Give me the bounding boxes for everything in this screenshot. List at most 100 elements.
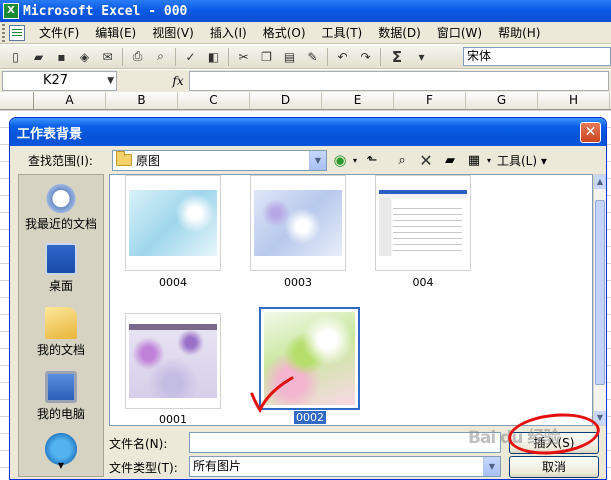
- toolbar-separator: [380, 47, 381, 66]
- file-type-label: 文件类型(T):: [109, 461, 178, 475]
- undo-icon[interactable]: ↶: [332, 47, 353, 67]
- column-header[interactable]: B: [106, 92, 178, 109]
- look-in-select[interactable]: 原图 ▼: [112, 149, 327, 171]
- email-icon[interactable]: ✉: [97, 47, 118, 67]
- permission-icon[interactable]: ◈: [74, 47, 95, 67]
- views-icon[interactable]: ▦: [463, 150, 485, 170]
- file-name: 0004: [159, 276, 187, 289]
- open-icon[interactable]: ▰: [28, 47, 49, 67]
- place-desktop[interactable]: 桌面: [19, 243, 103, 294]
- place-recent[interactable]: 我最近的文档: [19, 181, 103, 232]
- folder-icon: [116, 151, 132, 166]
- dialog-title-bar[interactable]: 工作表背景: [10, 118, 606, 146]
- place-my-documents[interactable]: 我的文档: [19, 307, 103, 358]
- column-header[interactable]: C: [178, 92, 250, 109]
- close-icon[interactable]: ✕: [580, 122, 601, 143]
- save-icon[interactable]: ▪: [51, 47, 72, 67]
- look-in-label: 查找范围(I):: [28, 153, 93, 168]
- file-thumbnail[interactable]: [375, 175, 471, 271]
- print-preview-icon[interactable]: ⌕: [150, 47, 171, 67]
- menu-data[interactable]: 数据(D): [370, 22, 429, 43]
- redo-icon[interactable]: ↷: [355, 47, 376, 67]
- autosum-icon[interactable]: Σ: [385, 47, 409, 67]
- column-header[interactable]: F: [394, 92, 466, 109]
- paste-icon[interactable]: ▤: [279, 47, 300, 67]
- name-box[interactable]: K27 ▼: [2, 71, 117, 91]
- file-type-row: 文件类型(T): 所有图片 ▼ 取消: [10, 455, 606, 479]
- column-header[interactable]: H: [538, 92, 610, 109]
- select-all-corner[interactable]: [0, 92, 34, 109]
- file-list[interactable]: 0004 0003 004 0001 0002: [109, 174, 593, 426]
- tools-menu[interactable]: 工具(L) ▾: [497, 152, 547, 169]
- chevron-down-icon[interactable]: ▼: [309, 150, 326, 170]
- menu-format[interactable]: 格式(O): [255, 22, 314, 43]
- scroll-up-icon[interactable]: ▲: [594, 175, 606, 189]
- research-icon[interactable]: ◧: [203, 47, 224, 67]
- file-thumbnail[interactable]: [125, 175, 221, 271]
- toolbar-separator: [175, 47, 176, 66]
- excel-icon: X: [3, 3, 19, 19]
- chevron-down-icon[interactable]: ▾: [411, 47, 432, 67]
- menu-bar: 文件(F) 编辑(E) 视图(V) 插入(I) 格式(O) 工具(T) 数据(D…: [0, 22, 611, 44]
- workbook-icon[interactable]: [9, 24, 25, 41]
- name-box-value: K27: [43, 73, 69, 88]
- column-header[interactable]: A: [34, 92, 106, 109]
- insert-function-icon[interactable]: fx: [167, 74, 189, 88]
- font-name-select[interactable]: 宋体: [463, 47, 611, 66]
- cancel-button[interactable]: 取消: [509, 456, 599, 478]
- file-type-select[interactable]: 所有图片 ▼: [189, 456, 501, 477]
- print-icon[interactable]: ⎙: [127, 47, 148, 67]
- file-name-input[interactable]: [189, 432, 501, 453]
- search-web-icon[interactable]: ⌕: [391, 150, 413, 170]
- thumbnail-image: [254, 190, 342, 256]
- scrollbar-thumb[interactable]: [595, 200, 605, 385]
- file-list-scrollbar[interactable]: ▲ ▼: [593, 174, 606, 426]
- file-thumbnail[interactable]: [250, 175, 346, 271]
- formula-input[interactable]: [189, 71, 609, 91]
- chevron-down-icon[interactable]: ▾: [351, 150, 359, 170]
- menu-tools[interactable]: 工具(T): [314, 22, 371, 43]
- scroll-down-icon[interactable]: ▼: [594, 411, 606, 425]
- watermark: Bai du 经验: [468, 428, 560, 448]
- spreadsheet-preview: [393, 203, 462, 251]
- file-name: 0002: [294, 411, 326, 424]
- toolbar-grip[interactable]: [2, 23, 5, 42]
- new-folder-icon[interactable]: ▰: [439, 150, 461, 170]
- delete-icon[interactable]: ✕: [415, 150, 437, 170]
- up-folder-icon[interactable]: ⬑: [361, 150, 383, 170]
- window-title-bar: X Microsoft Excel - 000: [0, 0, 611, 22]
- cut-icon[interactable]: ✂: [233, 47, 254, 67]
- menu-insert[interactable]: 插入(I): [202, 22, 255, 43]
- format-painter-icon[interactable]: ✎: [302, 47, 323, 67]
- file-name: 0003: [284, 276, 312, 289]
- new-icon[interactable]: ▯: [5, 47, 26, 67]
- toolbar-separator: [327, 47, 328, 66]
- place-label: 我的电脑: [36, 407, 85, 421]
- menu-help[interactable]: 帮助(H): [490, 22, 548, 43]
- formula-bar: K27 ▼ fx: [0, 70, 611, 92]
- my-documents-icon: [45, 307, 77, 339]
- place-label: 我最近的文档: [24, 217, 97, 231]
- column-header[interactable]: E: [322, 92, 394, 109]
- menu-file[interactable]: 文件(F): [31, 22, 87, 43]
- file-type-value: 所有图片: [193, 459, 242, 473]
- menu-view[interactable]: 视图(V): [144, 22, 202, 43]
- my-computer-icon: [45, 371, 77, 403]
- column-header[interactable]: G: [466, 92, 538, 109]
- menu-edit[interactable]: 编辑(E): [87, 22, 144, 43]
- back-icon[interactable]: ◉: [329, 150, 351, 170]
- spelling-icon[interactable]: ✓: [180, 47, 201, 67]
- place-my-computer[interactable]: 我的电脑: [19, 371, 103, 422]
- place-label: 桌面: [48, 279, 73, 293]
- thumbnail-image: [129, 324, 217, 398]
- copy-icon[interactable]: ❐: [256, 47, 277, 67]
- file-thumbnail[interactable]: [125, 313, 221, 409]
- dialog-title: 工作表背景: [17, 126, 83, 142]
- chevron-down-icon[interactable]: ▼: [107, 72, 114, 90]
- window-title: Microsoft Excel - 000: [23, 3, 188, 19]
- column-header[interactable]: D: [250, 92, 322, 109]
- chevron-down-icon[interactable]: ▾: [485, 150, 493, 170]
- thumbnail-image: [129, 190, 217, 256]
- menu-window[interactable]: 窗口(W): [429, 22, 490, 43]
- chevron-down-icon[interactable]: ▼: [483, 457, 500, 476]
